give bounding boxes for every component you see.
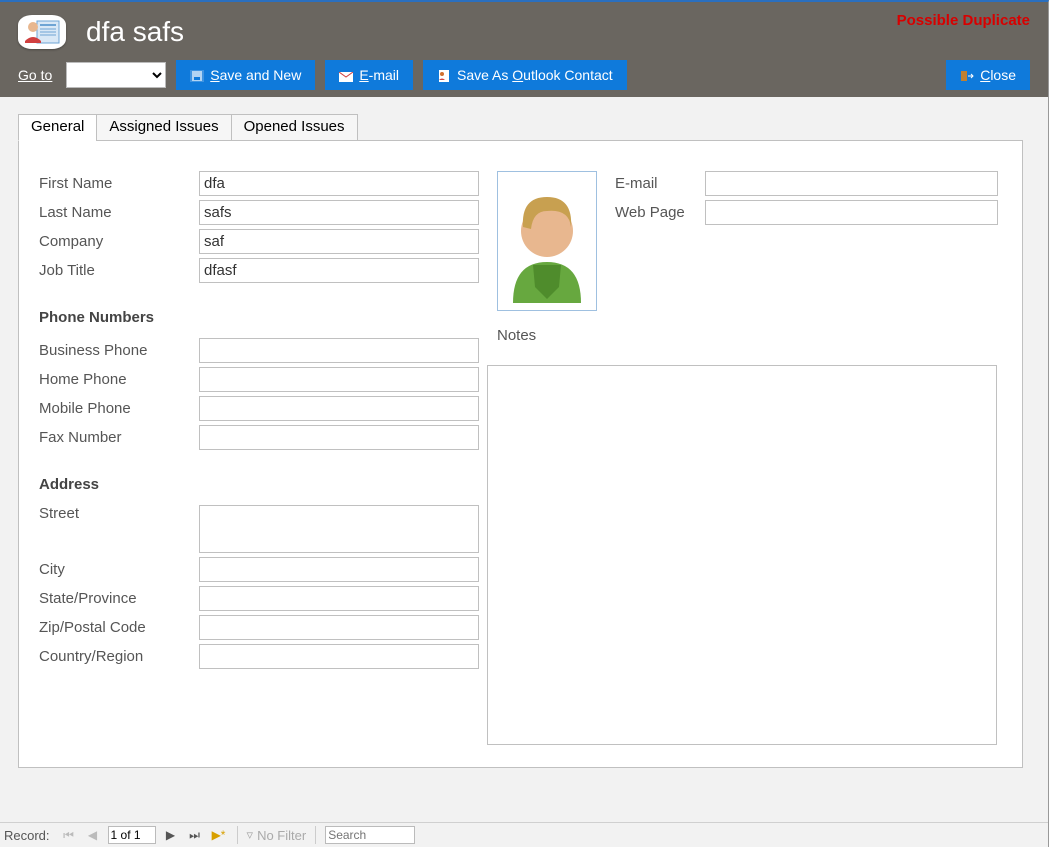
fax-field[interactable] bbox=[199, 425, 479, 450]
label-zip: Zip/Postal Code bbox=[39, 619, 199, 636]
contact-title: dfa safs bbox=[86, 16, 184, 48]
webpage-field[interactable] bbox=[705, 200, 998, 225]
record-search-field[interactable] bbox=[325, 826, 415, 844]
label-street: Street bbox=[39, 505, 199, 522]
contact-photo[interactable] bbox=[497, 171, 597, 311]
save-icon bbox=[190, 69, 204, 81]
label-email: E-mail bbox=[615, 175, 705, 192]
label-webpage: Web Page bbox=[615, 204, 705, 221]
job-title-field[interactable] bbox=[199, 258, 479, 283]
notes-label: Notes bbox=[497, 327, 597, 344]
phone-section-header: Phone Numbers bbox=[39, 309, 479, 326]
record-navigator: Record: ⏮ ◀ ▶ ⏭ ▶* ▿ No Filter bbox=[0, 822, 1048, 847]
city-field[interactable] bbox=[199, 557, 479, 582]
goto-label: Go to bbox=[18, 67, 56, 83]
goto-select[interactable] bbox=[66, 62, 166, 88]
label-last-name: Last Name bbox=[39, 204, 199, 221]
header: dfa safs Possible Duplicate Go to Save a… bbox=[0, 2, 1048, 97]
first-name-field[interactable] bbox=[199, 171, 479, 196]
email-field[interactable] bbox=[705, 171, 998, 196]
country-field[interactable] bbox=[199, 644, 479, 669]
prev-record-button[interactable]: ◀ bbox=[84, 826, 102, 844]
close-button[interactable]: Close bbox=[946, 60, 1030, 90]
mobile-phone-field[interactable] bbox=[199, 396, 479, 421]
first-record-button[interactable]: ⏮ bbox=[60, 826, 78, 844]
outlook-icon bbox=[437, 69, 451, 81]
no-filter-indicator[interactable]: ▿ No Filter bbox=[247, 827, 307, 843]
mail-icon bbox=[339, 69, 353, 81]
address-section-header: Address bbox=[39, 476, 479, 493]
last-name-field[interactable] bbox=[199, 200, 479, 225]
label-job-title: Job Title bbox=[39, 262, 199, 279]
business-phone-field[interactable] bbox=[199, 338, 479, 363]
duplicate-warning: Possible Duplicate bbox=[897, 12, 1030, 29]
record-label: Record: bbox=[4, 828, 54, 843]
save-and-new-button[interactable]: Save and New bbox=[176, 60, 315, 90]
state-field[interactable] bbox=[199, 586, 479, 611]
label-mobile-phone: Mobile Phone bbox=[39, 400, 199, 417]
record-position-field[interactable] bbox=[108, 826, 156, 844]
label-business-phone: Business Phone bbox=[39, 342, 199, 359]
email-button[interactable]: E-mail bbox=[325, 60, 413, 90]
label-company: Company bbox=[39, 233, 199, 250]
label-first-name: First Name bbox=[39, 175, 199, 192]
label-city: City bbox=[39, 561, 199, 578]
company-field[interactable] bbox=[199, 229, 479, 254]
tab-opened-issues[interactable]: Opened Issues bbox=[231, 114, 358, 141]
label-fax: Fax Number bbox=[39, 429, 199, 446]
tab-assigned-issues[interactable]: Assigned Issues bbox=[96, 114, 231, 141]
home-phone-field[interactable] bbox=[199, 367, 479, 392]
next-record-button[interactable]: ▶ bbox=[162, 826, 180, 844]
label-home-phone: Home Phone bbox=[39, 371, 199, 388]
toolbar: Go to Save and New E-mail Save As Outloo… bbox=[18, 60, 1048, 90]
general-panel: First Name Last Name Company Job Title P… bbox=[18, 140, 1023, 768]
last-record-button[interactable]: ⏭ bbox=[186, 826, 204, 844]
tab-general[interactable]: General bbox=[18, 114, 97, 141]
zip-field[interactable] bbox=[199, 615, 479, 640]
contact-card-icon bbox=[18, 15, 66, 49]
label-country: Country/Region bbox=[39, 648, 199, 665]
label-state: State/Province bbox=[39, 590, 199, 607]
filter-icon: ▿ bbox=[247, 827, 254, 843]
content-area: General Assigned Issues Opened Issues Fi… bbox=[0, 97, 1048, 823]
save-as-outlook-button[interactable]: Save As Outlook Contact bbox=[423, 60, 627, 90]
new-record-button[interactable]: ▶* bbox=[210, 826, 228, 844]
notes-field[interactable] bbox=[487, 365, 997, 745]
tab-strip: General Assigned Issues Opened Issues bbox=[18, 114, 1048, 141]
door-close-icon bbox=[960, 69, 974, 81]
street-field[interactable] bbox=[199, 505, 479, 553]
